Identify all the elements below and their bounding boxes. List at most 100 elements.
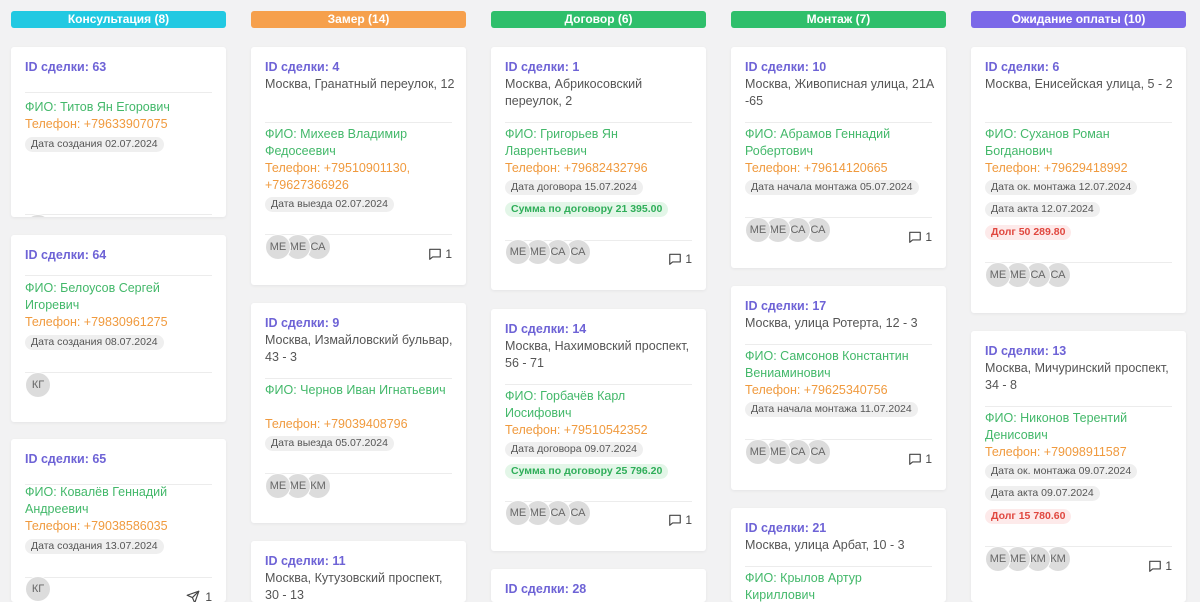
client-phone[interactable]: Телефон: +79510901130, +79627366926 xyxy=(265,160,455,194)
deal-id[interactable]: ID сделки: 17 xyxy=(745,299,826,313)
deal-card[interactable]: ID сделки: 14 Москва, Нахимовский проспек… xyxy=(491,309,706,551)
client-name: ФИО: Григорьев Ян Лаврентьевич xyxy=(505,127,618,158)
avatar[interactable]: МЕ xyxy=(985,262,1011,288)
deal-card[interactable]: ID сделки: 63 ФИО: Титов Ян Егорович Телеф… xyxy=(11,47,226,217)
divider xyxy=(985,406,1172,407)
comment-counter[interactable]: 1 xyxy=(668,251,692,267)
column-header[interactable]: Договор (6) xyxy=(491,11,706,28)
deal-address: Москва, Енисейская улица, 5 - 2 xyxy=(985,77,1173,91)
client-name: ФИО: Михеев Владимир Федосеевич xyxy=(265,127,408,158)
comment-counter[interactable]: 1 xyxy=(908,451,932,467)
divider xyxy=(745,344,932,345)
deal-id[interactable]: ID сделки: 28 xyxy=(505,582,586,596)
debt-badge: Долг 50 289.80 xyxy=(985,225,1072,240)
comment-count: 1 xyxy=(925,230,932,244)
deal-card[interactable]: ID сделки: 65 ФИО: Ковалёв Геннадий Андре… xyxy=(11,439,226,602)
divider xyxy=(25,577,212,578)
column-header[interactable]: Ожидание оплаты (10) xyxy=(971,11,1186,28)
client-phone[interactable]: Телефон: +79098911587 xyxy=(985,444,1175,461)
date-badge: Дата создания 13.07.2024 xyxy=(25,539,164,554)
deal-card[interactable]: ID сделки: 13 Москва, Мичуринский проспек… xyxy=(971,331,1186,602)
deal-card[interactable]: ID сделки: 10 Москва, Живописная улица, 2… xyxy=(731,47,946,268)
kanban-column: Ожидание оплаты (10) ID сделки: 6 Москва, … xyxy=(971,0,1186,602)
divider xyxy=(25,214,212,215)
deal-id[interactable]: ID сделки: 64 xyxy=(25,248,106,262)
avatar[interactable]: КГ xyxy=(25,576,51,602)
deal-id[interactable]: ID сделки: 4 xyxy=(265,60,339,74)
deal-card[interactable]: ID сделки: 21 Москва, улица Арбат, 10 - 3… xyxy=(731,508,946,602)
client-phone[interactable]: Телефон: +79510542352 xyxy=(505,422,695,439)
deal-card[interactable]: ID сделки: 4 Москва, Гранатный переулок, … xyxy=(251,47,466,285)
client-phone[interactable]: Телефон: +79633907075 xyxy=(25,116,215,133)
deal-address: Москва, Живописная улица, 21А -65 xyxy=(745,77,935,108)
deal-card[interactable]: ID сделки: 64 ФИО: Белоусов Сергей Игорев… xyxy=(11,235,226,422)
client-phone[interactable]: Телефон: +79038586035 xyxy=(25,518,215,535)
deal-card[interactable]: ID сделки: 9 Москва, Измайловский бульвар… xyxy=(251,303,466,523)
comment-count: 1 xyxy=(445,247,452,261)
comment-counter[interactable]: 1 xyxy=(186,589,212,602)
comment-counter[interactable]: 1 xyxy=(428,246,452,262)
date-badge: Дата договора 09.07.2024 xyxy=(505,442,644,457)
date-badge: Дата начала монтажа 05.07.2024 xyxy=(745,180,919,195)
client-name: ФИО: Горбачёв Карл Иосифович xyxy=(505,389,626,420)
client-name: ФИО: Суханов Роман Богданович xyxy=(985,127,1110,158)
client-name: ФИО: Титов Ян Егорович xyxy=(25,100,170,114)
comment-counter[interactable]: 1 xyxy=(1148,558,1172,574)
comment-count: 1 xyxy=(925,452,932,466)
divider xyxy=(25,92,212,93)
deal-id[interactable]: ID сделки: 13 xyxy=(985,344,1066,358)
client-phone[interactable]: Телефон: +79830961275 xyxy=(25,314,215,331)
deal-address: Москва, Нахимовский проспект, 56 - 71 xyxy=(505,339,690,370)
avatar[interactable]: МЕ xyxy=(265,473,291,499)
divider xyxy=(25,372,212,373)
deal-id[interactable]: ID сделки: 1 xyxy=(505,60,579,74)
debt-badge: Долг 15 780.60 xyxy=(985,509,1072,524)
client-phone[interactable]: Телефон: +79682432796 xyxy=(505,160,695,177)
deal-id[interactable]: ID сделки: 9 xyxy=(265,316,339,330)
date-badge: Дата начала монтажа 11.07.2024 xyxy=(745,402,918,417)
avatar[interactable]: МЕ xyxy=(745,217,771,243)
deal-id[interactable]: ID сделки: 10 xyxy=(745,60,826,74)
divider xyxy=(745,122,932,123)
avatar[interactable]: МЕ xyxy=(505,239,531,265)
date-badge: Дата акта 12.07.2024 xyxy=(985,202,1100,217)
comment-counter[interactable]: 1 xyxy=(908,229,932,245)
avatar[interactable]: МЕ xyxy=(985,546,1011,572)
deal-id[interactable]: ID сделки: 11 xyxy=(265,554,346,568)
client-phone[interactable]: Телефон: +79614120665 xyxy=(745,160,935,177)
divider xyxy=(505,122,692,123)
deal-card[interactable]: ID сделки: 11 Москва, Кутузовский проспек… xyxy=(251,541,466,602)
date-badge: Дата создания 02.07.2024 xyxy=(25,137,164,152)
column-header[interactable]: Консультация (8) xyxy=(11,11,226,28)
client-phone[interactable]: Телефон: +79039408796 xyxy=(265,416,455,433)
kanban-column: Замер (14) ID сделки: 4 Москва, Гранатный … xyxy=(251,0,466,602)
avatar[interactable]: МЕ xyxy=(505,500,531,526)
avatar[interactable]: МЕ xyxy=(265,234,291,260)
kanban-column: Монтаж (7) ID сделки: 10 Москва, Живописна… xyxy=(731,0,946,602)
deal-id[interactable]: ID сделки: 65 xyxy=(25,452,106,466)
client-name: ФИО: Белоусов Сергей Игоревич xyxy=(25,281,160,312)
divider xyxy=(505,384,692,385)
deal-id[interactable]: ID сделки: 21 xyxy=(745,521,826,535)
deal-id[interactable]: ID сделки: 6 xyxy=(985,60,1059,74)
deal-card[interactable]: ID сделки: 6 Москва, Енисейская улица, 5 … xyxy=(971,47,1186,313)
avatar[interactable]: МЕ xyxy=(745,439,771,465)
client-phone[interactable]: Телефон: +79625340756 xyxy=(745,382,935,399)
deal-id[interactable]: ID сделки: 63 xyxy=(25,60,106,74)
deal-address: Москва, улица Ротерта, 12 - 3 xyxy=(745,316,918,330)
date-badge: Дата ок. монтажа 09.07.2024 xyxy=(985,464,1138,479)
deal-card[interactable]: ID сделки: 28 xyxy=(491,569,706,602)
deal-card[interactable]: ID сделки: 17 Москва, улица Ротерта, 12 -… xyxy=(731,286,946,490)
comment-counter[interactable]: 1 xyxy=(668,512,692,528)
avatar[interactable]: КГ xyxy=(25,372,51,398)
deal-id[interactable]: ID сделки: 14 xyxy=(505,322,586,336)
comment-count: 1 xyxy=(685,252,692,266)
amount-badge: Сумма по договору 25 796.20 xyxy=(505,464,669,479)
column-header[interactable]: Замер (14) xyxy=(251,11,466,28)
deal-card[interactable]: ID сделки: 1 Москва, Абрикосовский переул… xyxy=(491,47,706,290)
column-header[interactable]: Монтаж (7) xyxy=(731,11,946,28)
divider xyxy=(985,122,1172,123)
client-name: ФИО: Крылов Артур Кириллович xyxy=(745,571,862,602)
client-phone[interactable]: Телефон: +79629418992 xyxy=(985,160,1175,177)
deal-address: Москва, Кутузовский проспект, 30 - 13 xyxy=(265,571,443,602)
